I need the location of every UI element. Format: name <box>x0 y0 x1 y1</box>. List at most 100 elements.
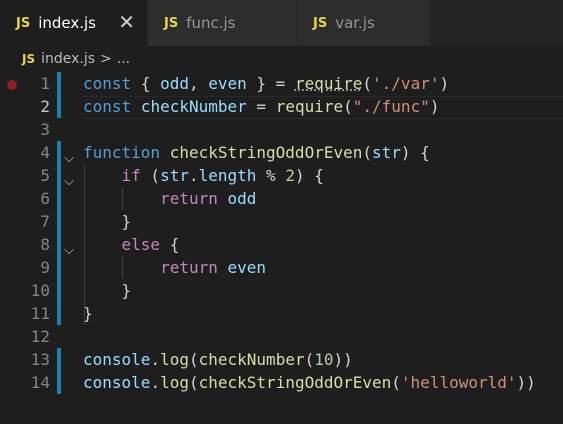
line-number: 12 <box>30 327 50 346</box>
code-token: ( <box>304 350 315 369</box>
code-token: log <box>160 350 189 369</box>
code-token: } = <box>246 74 295 93</box>
line-number: 3 <box>40 120 50 139</box>
line-number: 4 <box>40 143 50 162</box>
modified-lines-indicator <box>57 72 61 118</box>
code-token: console <box>83 350 151 369</box>
modified-lines-indicator <box>57 141 61 325</box>
indent-guide <box>122 256 123 279</box>
code-token: if <box>121 166 141 185</box>
tab-label: func.js <box>186 14 236 32</box>
line-number: 10 <box>30 281 50 300</box>
indent-guide <box>122 187 123 210</box>
code-text: function checkStringOddOrEven(str) { <box>83 141 430 164</box>
line-number: 14 <box>30 373 50 392</box>
indent-guide <box>84 164 85 325</box>
line-number: 5 <box>40 166 50 185</box>
code-token: even <box>208 74 247 93</box>
breadcrumb-file[interactable]: index.js <box>41 51 95 67</box>
code-token: ( <box>362 143 372 162</box>
code-token: str <box>372 143 401 162</box>
code-token: 'helloworld' <box>400 373 517 392</box>
code-token: odd <box>227 189 257 208</box>
code-token: ( <box>140 166 161 185</box>
breadcrumb: JS index.js > ... <box>0 46 563 72</box>
code-editor[interactable]: 14 console.log(checkStringOddOrEven('hell… <box>0 72 563 424</box>
code-token: ( <box>362 74 373 93</box>
code-token: function <box>83 143 161 162</box>
line-number: 9 <box>40 258 50 277</box>
code-token: even <box>227 258 267 277</box>
code-token: ) <box>439 74 450 93</box>
code-token: else <box>121 235 161 254</box>
code-token: . <box>150 350 161 369</box>
modified-lines-indicator <box>57 348 61 394</box>
line-number: 7 <box>40 212 50 231</box>
code-token: )) <box>333 350 353 369</box>
breadcrumb-separator: > <box>100 51 112 67</box>
code-token: console <box>83 373 151 392</box>
code-token: 2 <box>285 166 295 185</box>
tab-label: var.js <box>335 14 375 32</box>
code-token: , <box>188 74 209 93</box>
code-token: . <box>188 166 199 185</box>
code-token: ) { <box>294 166 324 185</box>
code-token: odd <box>160 74 189 93</box>
js-file-icon: JS <box>313 15 328 31</box>
code-token: './var' <box>372 74 440 93</box>
code-line[interactable]: 14 console.log(checkStringOddOrEven('hell… <box>0 371 563 394</box>
line-number: 11 <box>30 304 50 323</box>
js-file-icon: JS <box>164 15 179 31</box>
code-token: )) <box>516 373 536 392</box>
chevron-down-icon[interactable]: ⌵ <box>62 239 76 262</box>
current-line-highlight <box>83 96 563 119</box>
tab-func-js[interactable]: JS func.js <box>148 0 297 46</box>
code-text: console.log(checkStringOddOrEven('hellow… <box>83 371 536 394</box>
code-token: { <box>131 74 161 93</box>
code-token: . <box>150 373 161 392</box>
code-token: checkStringOddOrEven <box>169 143 363 162</box>
code-line[interactable]: 12 <box>0 325 563 348</box>
code-text: if (str.length % 2) { <box>83 164 324 187</box>
tab-bar: JS index.js ✕ JS func.js JS var.js <box>0 0 563 46</box>
breakpoint-icon[interactable] <box>7 80 17 90</box>
code-token: return <box>160 258 218 277</box>
code-token: } <box>83 281 132 300</box>
code-text: } <box>83 210 132 233</box>
line-number: 6 <box>40 189 50 208</box>
code-token: } <box>83 212 132 231</box>
code-token: length <box>198 166 257 185</box>
code-token: return <box>160 189 218 208</box>
breadcrumb-symbols[interactable]: ... <box>117 51 130 67</box>
tab-var-js[interactable]: JS var.js <box>297 0 431 46</box>
tab-label: index.js <box>38 14 96 32</box>
code-token: require <box>294 74 363 93</box>
code-text: } <box>83 279 132 302</box>
code-text: console.log(checkNumber(10)) <box>83 348 353 371</box>
code-text: else { <box>83 233 180 256</box>
code-line[interactable]: 3 <box>0 118 563 141</box>
js-file-icon: JS <box>16 15 31 31</box>
code-text: const { odd, even } = require('./var') <box>83 72 449 95</box>
chevron-down-icon[interactable]: ⌵ <box>62 170 76 193</box>
code-line[interactable]: 1 const { odd, even } = require('./var') <box>0 72 563 95</box>
code-line[interactable]: 13 console.log(checkNumber(10)) <box>0 348 563 371</box>
tab-index-js[interactable]: JS index.js ✕ <box>0 0 148 46</box>
code-token: checkStringOddOrEven <box>198 373 392 392</box>
code-token: log <box>160 373 189 392</box>
code-token: 10 <box>314 350 334 369</box>
code-line[interactable]: 4 function checkStringOddOrEven(str) { <box>0 141 563 164</box>
line-number: 8 <box>40 235 50 254</box>
chevron-down-icon[interactable]: ⌵ <box>62 147 76 170</box>
code-token: ( <box>188 373 199 392</box>
code-text: return even <box>83 256 266 279</box>
close-icon[interactable]: ✕ <box>118 11 135 33</box>
line-number: 2 <box>40 97 50 116</box>
code-token: ) { <box>400 143 430 162</box>
code-token: checkNumber <box>198 350 305 369</box>
